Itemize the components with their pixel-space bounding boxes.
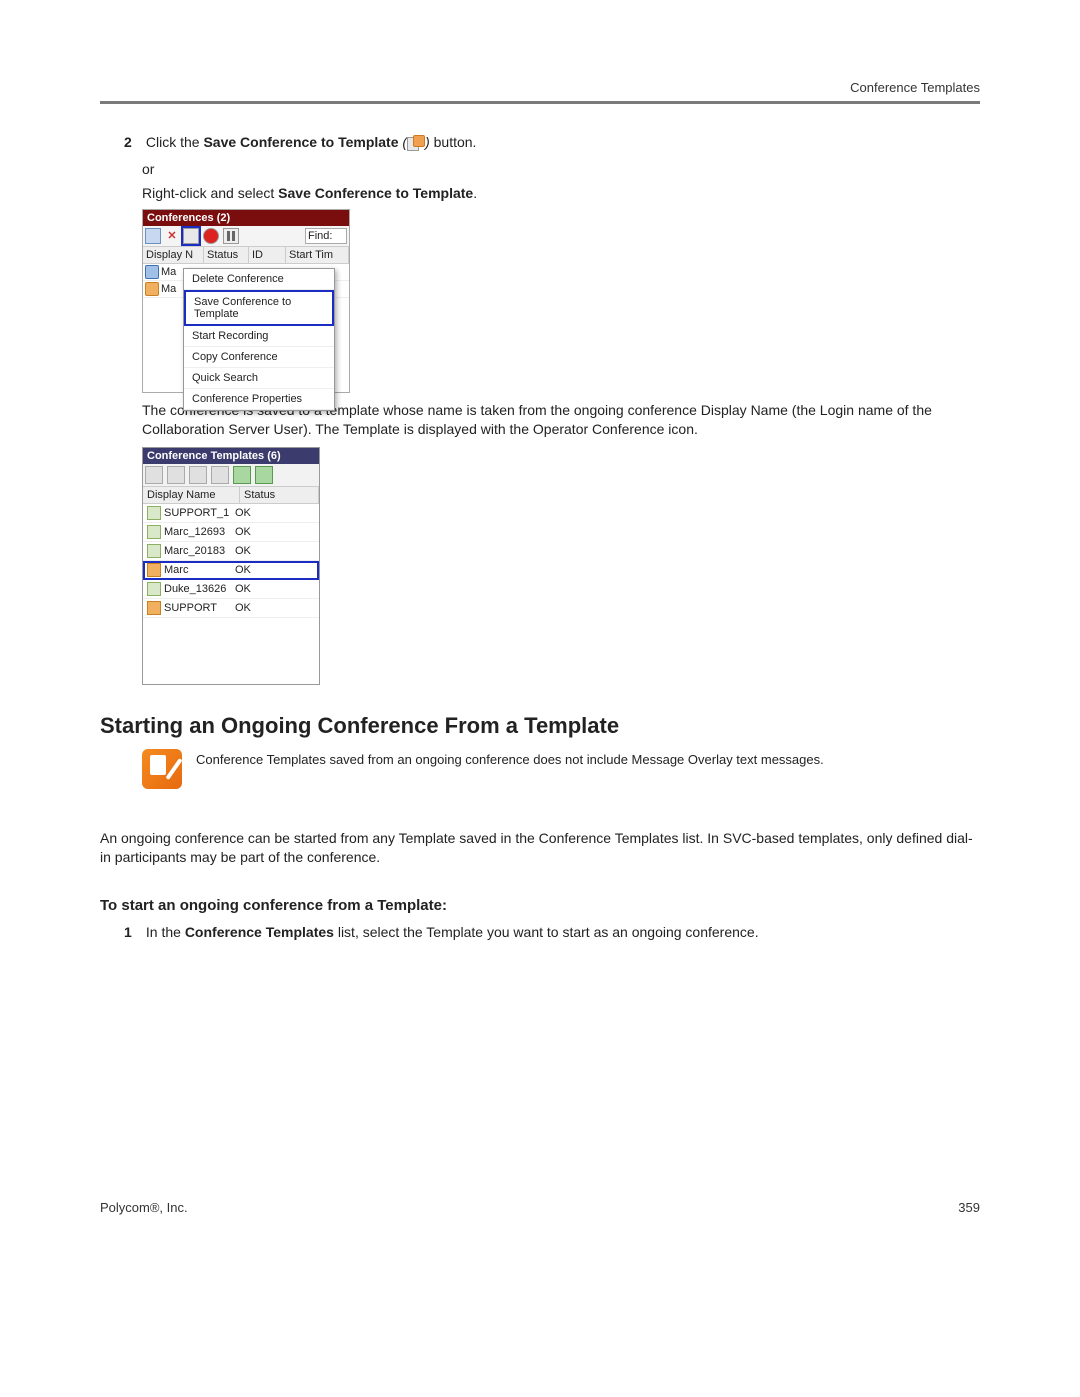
template-row-name: Duke_13626 (164, 583, 226, 595)
template-row[interactable]: Marc_20183 OK (143, 542, 319, 561)
conferences-panel: Conferences (2) ✕ Find: Display N Status… (142, 209, 350, 393)
step-1-number: 1 (124, 924, 142, 940)
start-recording-icon[interactable] (203, 228, 219, 244)
conference-icon (145, 265, 159, 279)
step-2-bold: Save Conference to Template (203, 134, 398, 150)
step-2-rightclick: Right-click and select Save Conference t… (142, 185, 980, 201)
ctx-start-recording[interactable]: Start Recording (184, 326, 334, 347)
template-row[interactable]: SUPPORT OK (143, 599, 319, 618)
operator-conference-icon (147, 601, 161, 615)
template-row-status: OK (235, 545, 315, 557)
template-delete-icon[interactable] (167, 466, 185, 484)
template-row-status: OK (235, 564, 315, 576)
step-1-pre: In the (146, 924, 185, 940)
template-row-name: Marc_12693 (164, 526, 225, 538)
template-icon (147, 506, 161, 520)
step-1-post: list, select the Template you want to st… (334, 924, 759, 940)
template-row[interactable]: Marc_12693 OK (143, 523, 319, 542)
step-2: 2 Click the Save Conference to Template … (124, 134, 980, 151)
context-menu: Delete Conference Save Conference to Tem… (183, 268, 335, 411)
step-2-paren-open: ( (399, 134, 408, 150)
template-row-name: Marc (164, 564, 188, 576)
template-row-name: SUPPORT_1 (164, 507, 229, 519)
template-start-icon[interactable] (233, 466, 251, 484)
step-2-body: Click the Save Conference to Template ()… (146, 134, 966, 151)
tmpl-col-display-name: Display Name (143, 487, 240, 503)
page-header-right: Conference Templates (100, 80, 980, 101)
step-1-sub: 1 In the Conference Templates list, sele… (124, 924, 980, 940)
find-label: Find: (305, 228, 347, 244)
sub-heading: To start an ongoing conference from a Te… (100, 897, 980, 914)
note-text: Conference Templates saved from an ongoi… (196, 749, 824, 769)
template-export-icon[interactable] (255, 466, 273, 484)
template-row-status: OK (235, 526, 315, 538)
ctx-delete-conference[interactable]: Delete Conference (184, 269, 334, 290)
conference-templates-toolbar (143, 464, 319, 487)
conferences-columns: Display N Status ID Start Tim (143, 247, 349, 264)
template-row-status: OK (235, 507, 315, 519)
template-row-status: OK (235, 602, 315, 614)
template-new-icon[interactable] (145, 466, 163, 484)
conferences-body: Ma Ma Delete Conference Save Conference … (143, 264, 349, 392)
step-2-or: or (142, 161, 980, 177)
save-conference-to-template-icon[interactable] (183, 228, 199, 244)
section-heading: Starting an Ongoing Conference From a Te… (100, 713, 980, 739)
conference-icon (145, 282, 159, 296)
conference-row-name: Ma (161, 283, 176, 295)
ctx-save-conference-to-template[interactable]: Save Conference to Template (184, 290, 334, 326)
templates-body: SUPPORT_1 OK Marc_12693 OK Marc_20183 OK… (143, 504, 319, 684)
template-row-status: OK (235, 583, 315, 595)
tmpl-col-status: Status (240, 487, 319, 503)
step-2-rc-post: . (473, 185, 477, 201)
step-2-paren-close: ) (425, 134, 434, 150)
ctx-quick-search[interactable]: Quick Search (184, 368, 334, 389)
step-1-bold: Conference Templates (185, 924, 334, 940)
note-icon (142, 749, 182, 789)
col-display-name: Display N (143, 247, 204, 263)
conference-row-name: Ma (161, 266, 176, 278)
step-2-rc-bold: Save Conference to Template (278, 185, 473, 201)
template-row-name: SUPPORT (164, 602, 217, 614)
template-row[interactable]: SUPPORT_1 OK (143, 504, 319, 523)
template-edit-icon[interactable] (189, 466, 207, 484)
note-block: Conference Templates saved from an ongoi… (142, 749, 980, 789)
template-schedule-icon[interactable] (211, 466, 229, 484)
step-2-pre: Click the (146, 134, 204, 150)
template-row-highlighted[interactable]: Marc OK (143, 561, 319, 580)
col-status: Status (204, 247, 249, 263)
footer-right: 359 (958, 1200, 980, 1215)
conference-templates-title: Conference Templates (6) (143, 448, 319, 464)
conferences-panel-title: Conferences (2) (143, 210, 349, 226)
step-2-number: 2 (124, 134, 142, 150)
operator-conference-icon (147, 563, 161, 577)
ctx-copy-conference[interactable]: Copy Conference (184, 347, 334, 368)
col-id: ID (249, 247, 286, 263)
step-2-post: button. (434, 134, 477, 150)
header-rule (100, 101, 980, 104)
footer-left: Polycom®, Inc. (100, 1200, 188, 1215)
conferences-toolbar: ✕ Find: (143, 226, 349, 247)
template-icon (147, 544, 161, 558)
step-1-body: In the Conference Templates list, select… (146, 924, 966, 940)
pause-recording-icon[interactable] (223, 228, 239, 244)
col-start-time: Start Tim (286, 247, 349, 263)
page-footer: Polycom®, Inc. 359 (100, 1200, 980, 1215)
conference-templates-panel: Conference Templates (6) Display Name St… (142, 447, 320, 685)
new-conference-icon[interactable] (145, 228, 161, 244)
template-icon (147, 525, 161, 539)
template-icon (147, 582, 161, 596)
ctx-conference-properties[interactable]: Conference Properties (184, 389, 334, 410)
template-row[interactable]: Duke_13626 OK (143, 580, 319, 599)
step-2-rc-pre: Right-click and select (142, 185, 278, 201)
template-row-name: Marc_20183 (164, 545, 225, 557)
save-to-template-icon (407, 135, 425, 151)
delete-conference-icon[interactable]: ✕ (165, 229, 179, 243)
templates-columns: Display Name Status (143, 487, 319, 504)
body-paragraph: An ongoing conference can be started fro… (100, 829, 980, 867)
